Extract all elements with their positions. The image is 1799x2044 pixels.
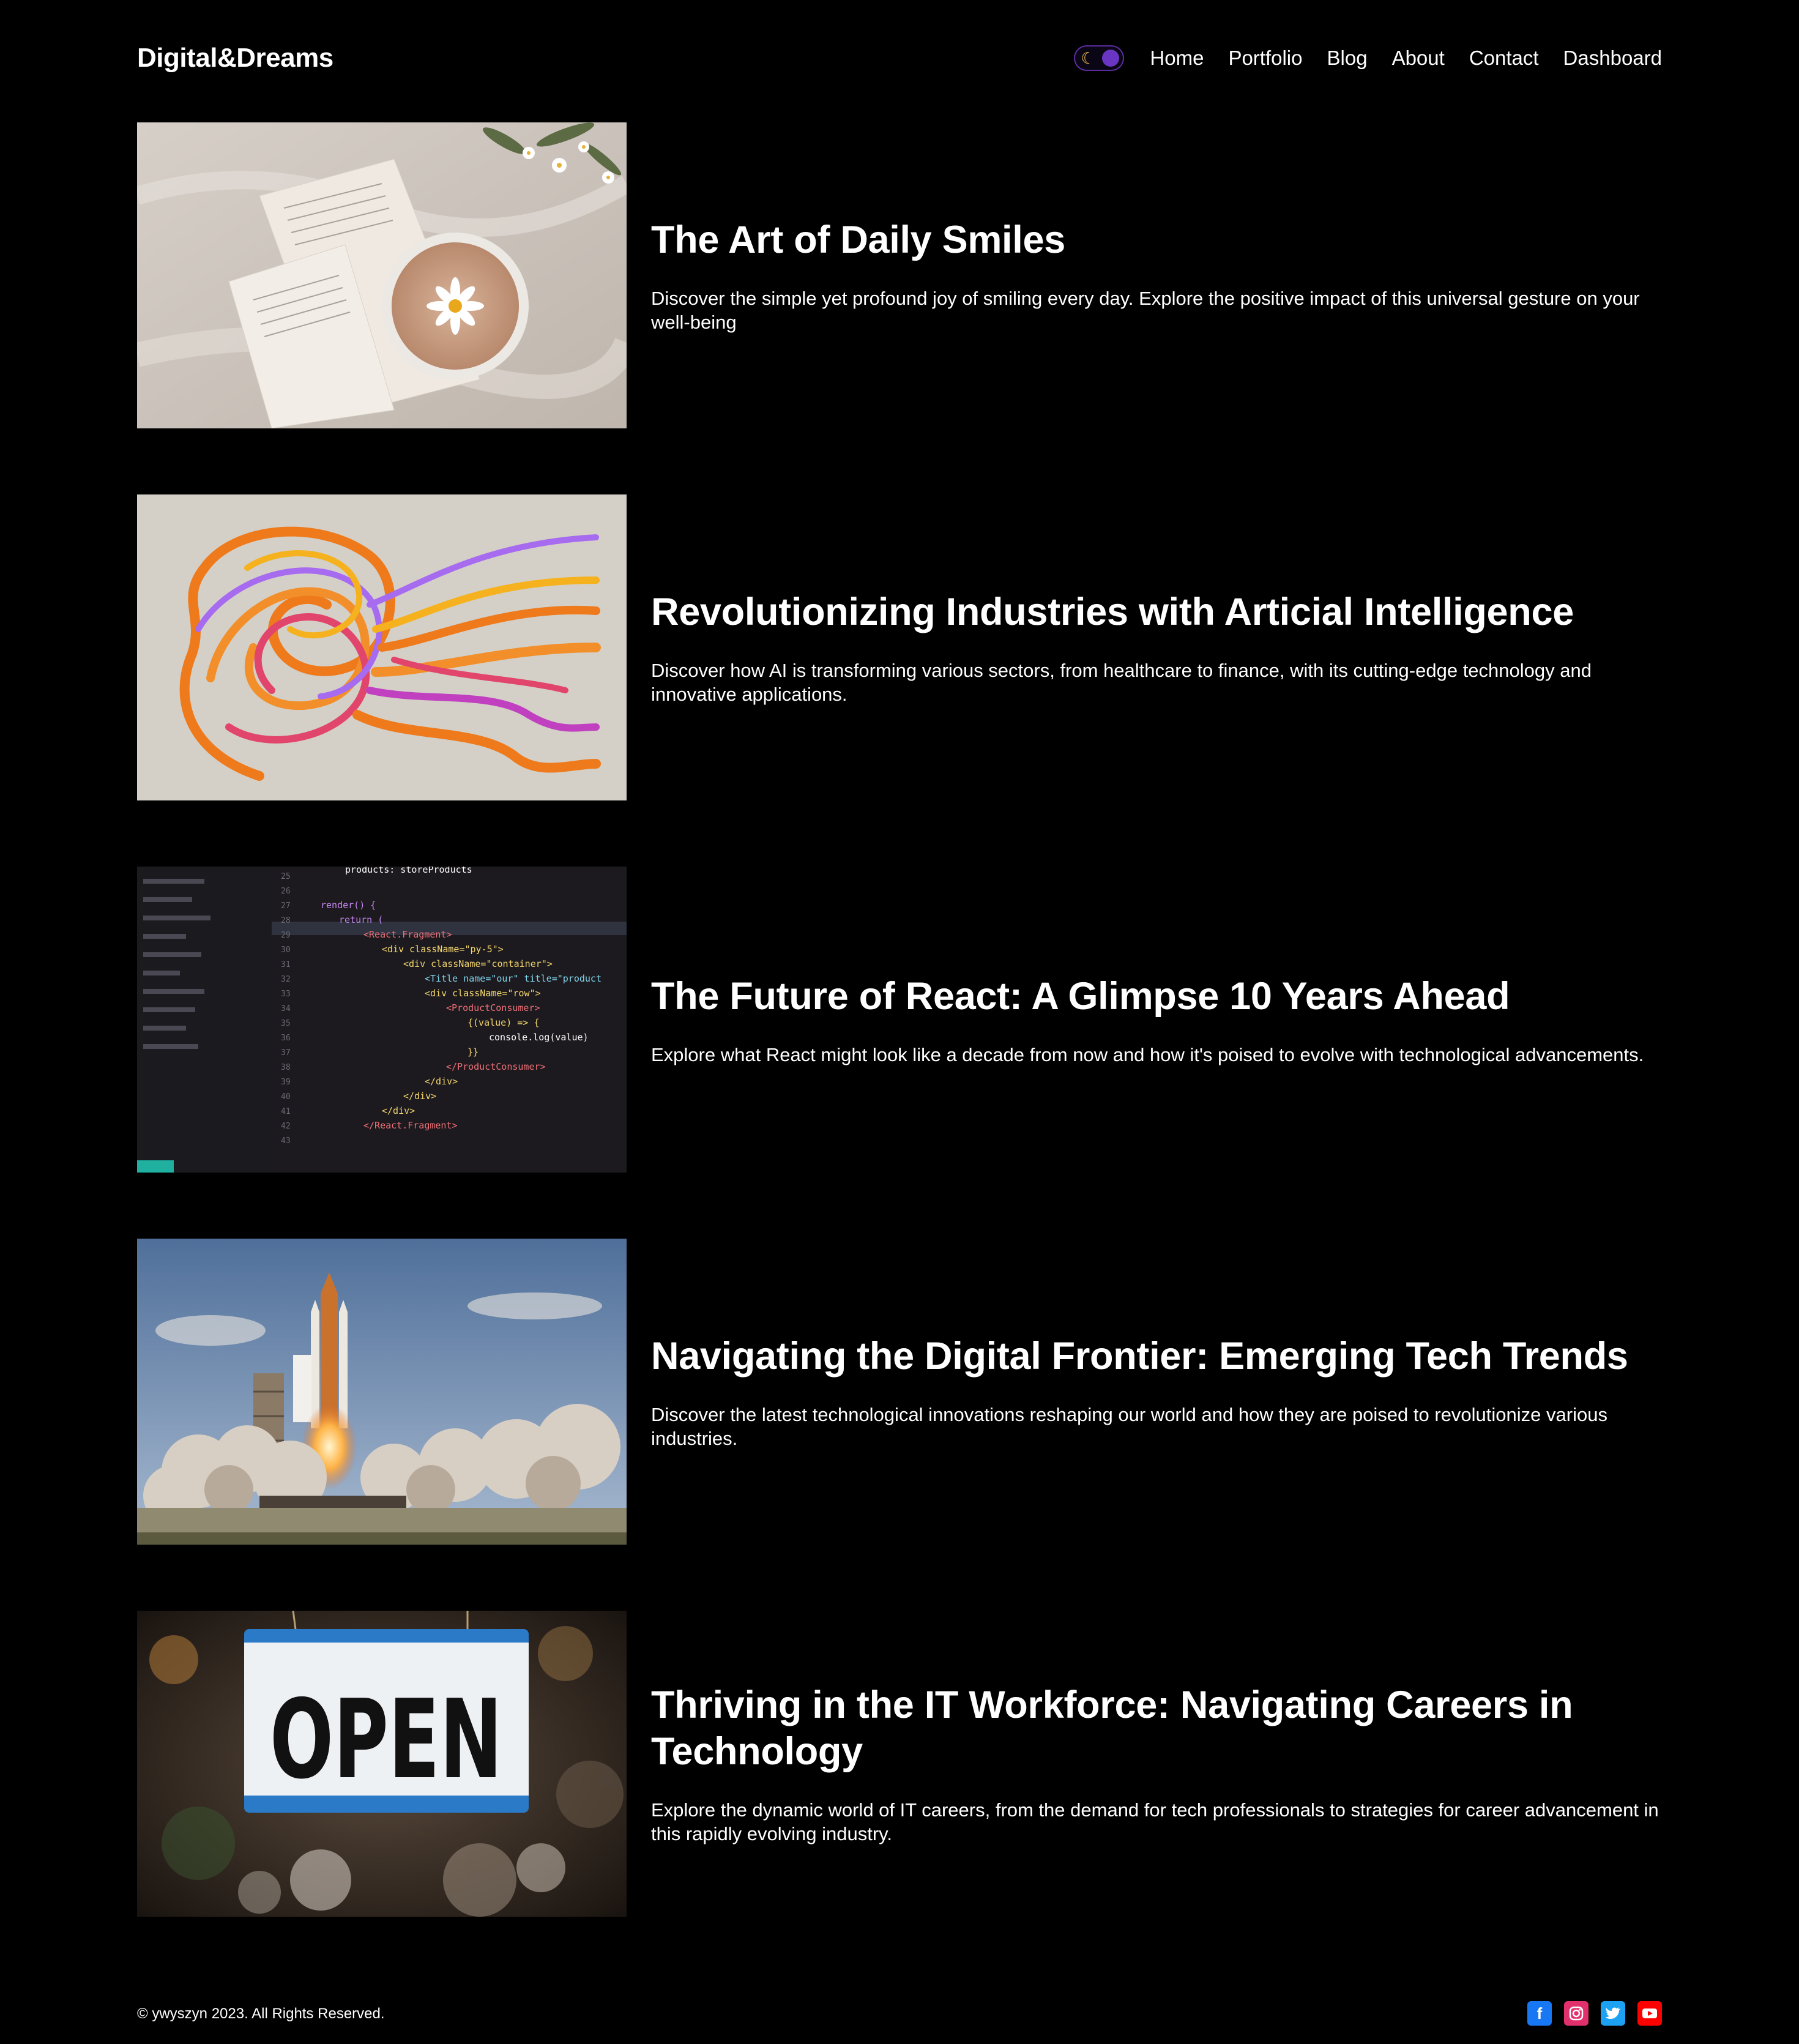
theme-toggle[interactable]: ☾ xyxy=(1074,45,1125,71)
post-thumbnail[interactable] xyxy=(137,1239,627,1545)
nav-contact-link[interactable]: Contact xyxy=(1469,47,1539,70)
open-sign-image: OPEN xyxy=(137,1611,627,1917)
copyright-text: © ywyszyn 2023. All Rights Reserved. xyxy=(137,2005,385,2022)
svg-text:</div>: </div> xyxy=(382,1105,415,1116)
post-thumbnail[interactable] xyxy=(137,494,627,800)
post-description: Discover how AI is transforming various … xyxy=(651,660,1592,705)
coffee-cup-image xyxy=(137,122,627,428)
svg-text:33: 33 xyxy=(281,990,291,999)
site-footer: © ywyszyn 2023. All Rights Reserved. f xyxy=(137,2001,1662,2026)
svg-text:render() {: render() { xyxy=(321,900,376,911)
svg-text:27: 27 xyxy=(281,901,291,911)
twitter-icon[interactable] xyxy=(1601,2001,1625,2026)
svg-text:28: 28 xyxy=(281,916,291,925)
social-links: f xyxy=(1527,2001,1662,2026)
nav-about-link[interactable]: About xyxy=(1392,47,1445,70)
svg-text:31: 31 xyxy=(281,960,291,969)
post-description: Discover the simple yet profound joy of … xyxy=(651,288,1640,333)
svg-text:</div>: </div> xyxy=(425,1076,458,1087)
svg-text:<div className="container">: <div className="container"> xyxy=(403,958,553,969)
page-container: Digital&Dreams ☾ Home Portfolio Blog Abo… xyxy=(137,0,1662,2044)
svg-text:</React.Fragment>: </React.Fragment> xyxy=(363,1120,458,1131)
post-title[interactable]: Revolutionizing Industries with Articial… xyxy=(651,589,1662,635)
svg-text:38: 38 xyxy=(281,1063,291,1072)
blog-post-card[interactable]: Revolutionizing Industries with Articial… xyxy=(137,494,1662,800)
svg-text:console.log(value): console.log(value) xyxy=(489,1032,589,1043)
svg-text:29: 29 xyxy=(281,931,291,940)
svg-text:25: 25 xyxy=(281,872,291,881)
nav-dashboard-link[interactable]: Dashboard xyxy=(1563,47,1662,70)
post-text: Navigating the Digital Frontier: Emergin… xyxy=(651,1239,1662,1545)
main-nav: ☾ Home Portfolio Blog About Contact Dash… xyxy=(1074,45,1662,71)
moon-icon: ☾ xyxy=(1081,49,1095,67)
post-thumbnail[interactable]: 25 26 27 28 29 30 31 32 33 34 35 36 37 38 39 40 41 4… xyxy=(137,867,627,1173)
svg-text:30: 30 xyxy=(281,946,291,955)
svg-text:<div className="py-5">: <div className="py-5"> xyxy=(382,944,504,955)
svg-text:42: 42 xyxy=(281,1122,291,1131)
svg-text:34: 34 xyxy=(281,1004,291,1013)
svg-text:}}: }} xyxy=(467,1046,479,1057)
post-description: Discover the latest technological innova… xyxy=(651,1404,1607,1449)
post-text: Thriving in the IT Workforce: Navigating… xyxy=(651,1611,1662,1917)
svg-text:43: 43 xyxy=(281,1136,291,1146)
shuttle-launch-image xyxy=(137,1239,627,1545)
svg-text:products: storeProducts: products: storeProducts xyxy=(345,867,472,875)
instagram-icon[interactable] xyxy=(1564,2001,1589,2026)
post-description: Explore what React might look like a dec… xyxy=(651,1043,1644,1065)
code-editor-image: 25 26 27 28 29 30 31 32 33 34 35 36 37 38 39 40 41 4… xyxy=(137,867,627,1173)
svg-text:26: 26 xyxy=(281,887,291,896)
yarn-head-image xyxy=(137,494,627,800)
blog-post-card[interactable]: The Art of Daily Smiles Discover the sim… xyxy=(137,122,1662,428)
svg-text:40: 40 xyxy=(281,1092,291,1102)
post-title[interactable]: Thriving in the IT Workforce: Navigating… xyxy=(651,1682,1662,1775)
toggle-knob xyxy=(1102,50,1120,67)
svg-text:<Title name="our" title="produ: <Title name="our" title="product xyxy=(425,973,602,984)
svg-text:41: 41 xyxy=(281,1107,291,1116)
nav-portfolio-link[interactable]: Portfolio xyxy=(1228,47,1302,70)
post-text: The Future of React: A Glimpse 10 Years … xyxy=(651,867,1662,1173)
blog-post-card[interactable]: 25 26 27 28 29 30 31 32 33 34 35 36 37 38 39 40 41 4… xyxy=(137,867,1662,1173)
post-text: Revolutionizing Industries with Articial… xyxy=(651,494,1662,800)
svg-text:{(value) => {: {(value) => { xyxy=(467,1017,539,1028)
svg-text:<React.Fragment>: <React.Fragment> xyxy=(363,929,452,940)
post-thumbnail[interactable]: OPEN xyxy=(137,1611,627,1917)
post-title[interactable]: The Art of Daily Smiles xyxy=(651,217,1662,263)
svg-text:return (: return ( xyxy=(339,914,383,925)
svg-text:36: 36 xyxy=(281,1034,291,1043)
site-logo[interactable]: Digital&Dreams xyxy=(137,43,333,73)
svg-text:</ProductConsumer>: </ProductConsumer> xyxy=(446,1061,546,1072)
post-description: Explore the dynamic world of IT careers,… xyxy=(651,1799,1659,1844)
svg-text:OPEN: OPEN xyxy=(270,1676,502,1803)
post-thumbnail[interactable] xyxy=(137,122,627,428)
svg-text:</div>: </div> xyxy=(403,1091,436,1102)
svg-text:32: 32 xyxy=(281,975,291,984)
svg-text:39: 39 xyxy=(281,1078,291,1087)
svg-text:<div className="row">: <div className="row"> xyxy=(425,988,541,999)
site-header: Digital&Dreams ☾ Home Portfolio Blog Abo… xyxy=(137,37,1662,86)
post-text: The Art of Daily Smiles Discover the sim… xyxy=(651,122,1662,428)
nav-blog-link[interactable]: Blog xyxy=(1327,47,1368,70)
svg-text:<ProductConsumer>: <ProductConsumer> xyxy=(446,1002,540,1013)
svg-text:37: 37 xyxy=(281,1048,291,1057)
youtube-icon[interactable] xyxy=(1637,2001,1662,2026)
blog-post-card[interactable]: OPEN Thriving in the IT Workforce: Navig… xyxy=(137,1611,1662,1917)
blog-post-card[interactable]: Navigating the Digital Frontier: Emergin… xyxy=(137,1239,1662,1545)
nav-home-link[interactable]: Home xyxy=(1150,47,1204,70)
post-title[interactable]: Navigating the Digital Frontier: Emergin… xyxy=(651,1333,1662,1379)
svg-text:35: 35 xyxy=(281,1019,291,1028)
facebook-icon[interactable]: f xyxy=(1527,2001,1552,2026)
post-title[interactable]: The Future of React: A Glimpse 10 Years … xyxy=(651,973,1662,1020)
